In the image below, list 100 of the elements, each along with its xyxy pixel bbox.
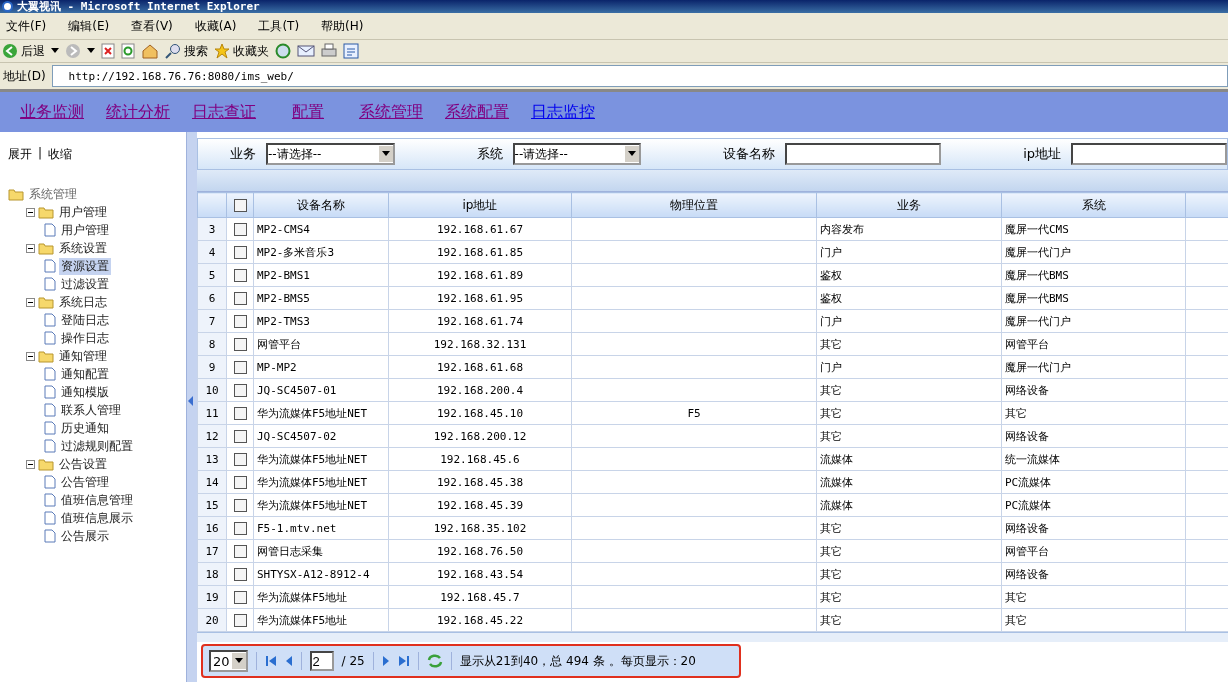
- tree-folder[interactable]: 系统日志: [57, 293, 109, 311]
- last-page-icon[interactable]: [397, 655, 410, 667]
- checkbox[interactable]: [233, 475, 247, 489]
- home-icon[interactable]: [141, 43, 159, 59]
- checkbox[interactable]: [233, 383, 247, 397]
- window-title: 大翼视讯 - Microsoft Internet Explorer: [17, 0, 260, 14]
- horizontal-scrollbar[interactable]: [197, 632, 1228, 642]
- row-number: 7: [197, 309, 227, 333]
- table-cell: 内容发布: [816, 217, 1002, 241]
- tree-folder[interactable]: 系统设置: [57, 239, 109, 257]
- table-cell: 192.168.61.89: [388, 263, 572, 287]
- history-icon[interactable]: [275, 43, 291, 59]
- tree-item[interactable]: 历史通知: [59, 419, 111, 437]
- input-field[interactable]: [785, 143, 942, 166]
- collapse-icon[interactable]: [26, 459, 35, 469]
- tree-item[interactable]: 公告展示: [59, 527, 111, 545]
- mail-icon[interactable]: [297, 44, 315, 58]
- tree-item[interactable]: 值班信息展示: [59, 509, 135, 527]
- checkbox[interactable]: [233, 360, 247, 374]
- tree-folder[interactable]: 用户管理: [57, 203, 109, 221]
- collapse-icon[interactable]: [26, 243, 35, 253]
- table-cell: 192.168.200.12: [388, 424, 572, 448]
- tree-folder[interactable]: 通知管理: [57, 347, 109, 365]
- column-header[interactable]: 设备名称: [253, 192, 389, 218]
- column-header[interactable]: 物理位置: [571, 192, 817, 218]
- column-header[interactable]: 业务: [816, 192, 1002, 218]
- column-header[interactable]: 系统: [1001, 192, 1186, 218]
- table-cell: F5: [571, 401, 817, 425]
- table-cell: 魔屏一代门户: [1001, 309, 1186, 333]
- checkbox[interactable]: [233, 521, 247, 535]
- row-number: 10: [197, 378, 227, 402]
- tree-item[interactable]: 资源设置: [59, 257, 111, 275]
- checkbox[interactable]: [233, 222, 247, 236]
- back-button[interactable]: 后退: [2, 42, 45, 60]
- checkbox[interactable]: [233, 567, 247, 581]
- checkbox[interactable]: [233, 337, 247, 351]
- stop-icon[interactable]: [101, 43, 115, 59]
- favorites-button[interactable]: 收藏夹: [214, 42, 269, 60]
- checkbox[interactable]: [233, 245, 247, 259]
- checkbox[interactable]: [233, 199, 247, 213]
- tree-item[interactable]: 通知模版: [59, 383, 111, 401]
- input-field[interactable]: [1071, 143, 1227, 166]
- column-header[interactable]: ip地址: [388, 192, 572, 218]
- folder-icon: [38, 295, 54, 309]
- table-cell: 其它: [816, 539, 1002, 563]
- menu-item[interactable]: 查看(V): [131, 17, 173, 35]
- expand-link[interactable]: 展开: [8, 146, 32, 163]
- row-number: 9: [197, 355, 227, 379]
- menu-item[interactable]: 帮助(H): [321, 17, 364, 35]
- filter-label: ip地址: [1023, 145, 1061, 164]
- tree-item[interactable]: 通知配置: [59, 365, 111, 383]
- page-input[interactable]: 2: [309, 651, 334, 671]
- tree-item[interactable]: 过滤设置: [59, 275, 111, 293]
- collapse-icon[interactable]: [26, 351, 35, 361]
- next-page-icon[interactable]: [381, 655, 390, 667]
- tree-folder[interactable]: 公告设置: [57, 455, 109, 473]
- search-button[interactable]: 搜索: [165, 42, 208, 60]
- caret-left-icon[interactable]: [188, 396, 193, 406]
- tree-item[interactable]: 联系人管理: [59, 401, 123, 419]
- tree-item[interactable]: 登陆日志: [59, 311, 111, 329]
- checkbox[interactable]: [233, 406, 247, 420]
- address-field[interactable]: http://192.168.76.76:8080/ims_web/: [51, 65, 1228, 87]
- refresh-icon[interactable]: [121, 43, 135, 59]
- checkbox[interactable]: [233, 429, 247, 443]
- select-field[interactable]: --请选择--: [266, 143, 395, 166]
- collapse-link[interactable]: 收缩: [48, 146, 73, 163]
- checkbox[interactable]: [233, 613, 247, 627]
- document-icon: [44, 529, 56, 543]
- first-page-icon[interactable]: [264, 655, 277, 667]
- menu-item[interactable]: 收藏(A): [194, 17, 237, 35]
- table-cell: JQ-SC4507-02: [253, 424, 389, 448]
- folder-icon: [38, 205, 54, 219]
- checkbox[interactable]: [233, 268, 247, 282]
- checkbox[interactable]: [233, 314, 247, 328]
- checkbox[interactable]: [233, 452, 247, 466]
- checkbox[interactable]: [233, 590, 247, 604]
- tree-item[interactable]: 操作日志: [59, 329, 111, 347]
- menu-item[interactable]: 文件(F): [6, 17, 47, 35]
- menu-item[interactable]: 编辑(E): [68, 17, 110, 35]
- checkbox[interactable]: [233, 291, 247, 305]
- table-cell: 华为流媒体F5地址NET: [253, 401, 389, 425]
- collapse-icon[interactable]: [26, 207, 35, 217]
- menu-item[interactable]: 工具(T): [258, 17, 300, 35]
- printer-icon[interactable]: [321, 43, 337, 59]
- tree-item[interactable]: 公告管理: [59, 473, 111, 491]
- select-field[interactable]: --请选择--: [512, 143, 642, 166]
- checkbox[interactable]: [233, 544, 247, 558]
- page-size-select[interactable]: 20: [209, 650, 248, 672]
- caret-icon: [87, 48, 95, 54]
- table-cell: PC流媒体: [1001, 493, 1186, 517]
- table-cell: 鉴权: [816, 286, 1002, 310]
- previous-page-icon[interactable]: [284, 655, 293, 667]
- checkbox[interactable]: [233, 498, 247, 512]
- tree-item[interactable]: 值班信息管理: [59, 491, 135, 509]
- tree-item[interactable]: 过滤规则配置: [59, 437, 135, 455]
- table-cell: F5-1.mtv.net: [253, 516, 389, 540]
- tree-item[interactable]: 用户管理: [59, 221, 111, 239]
- tree-folder[interactable]: 系统管理: [27, 185, 79, 203]
- document-icon: [44, 277, 56, 291]
- collapse-icon[interactable]: [26, 297, 35, 307]
